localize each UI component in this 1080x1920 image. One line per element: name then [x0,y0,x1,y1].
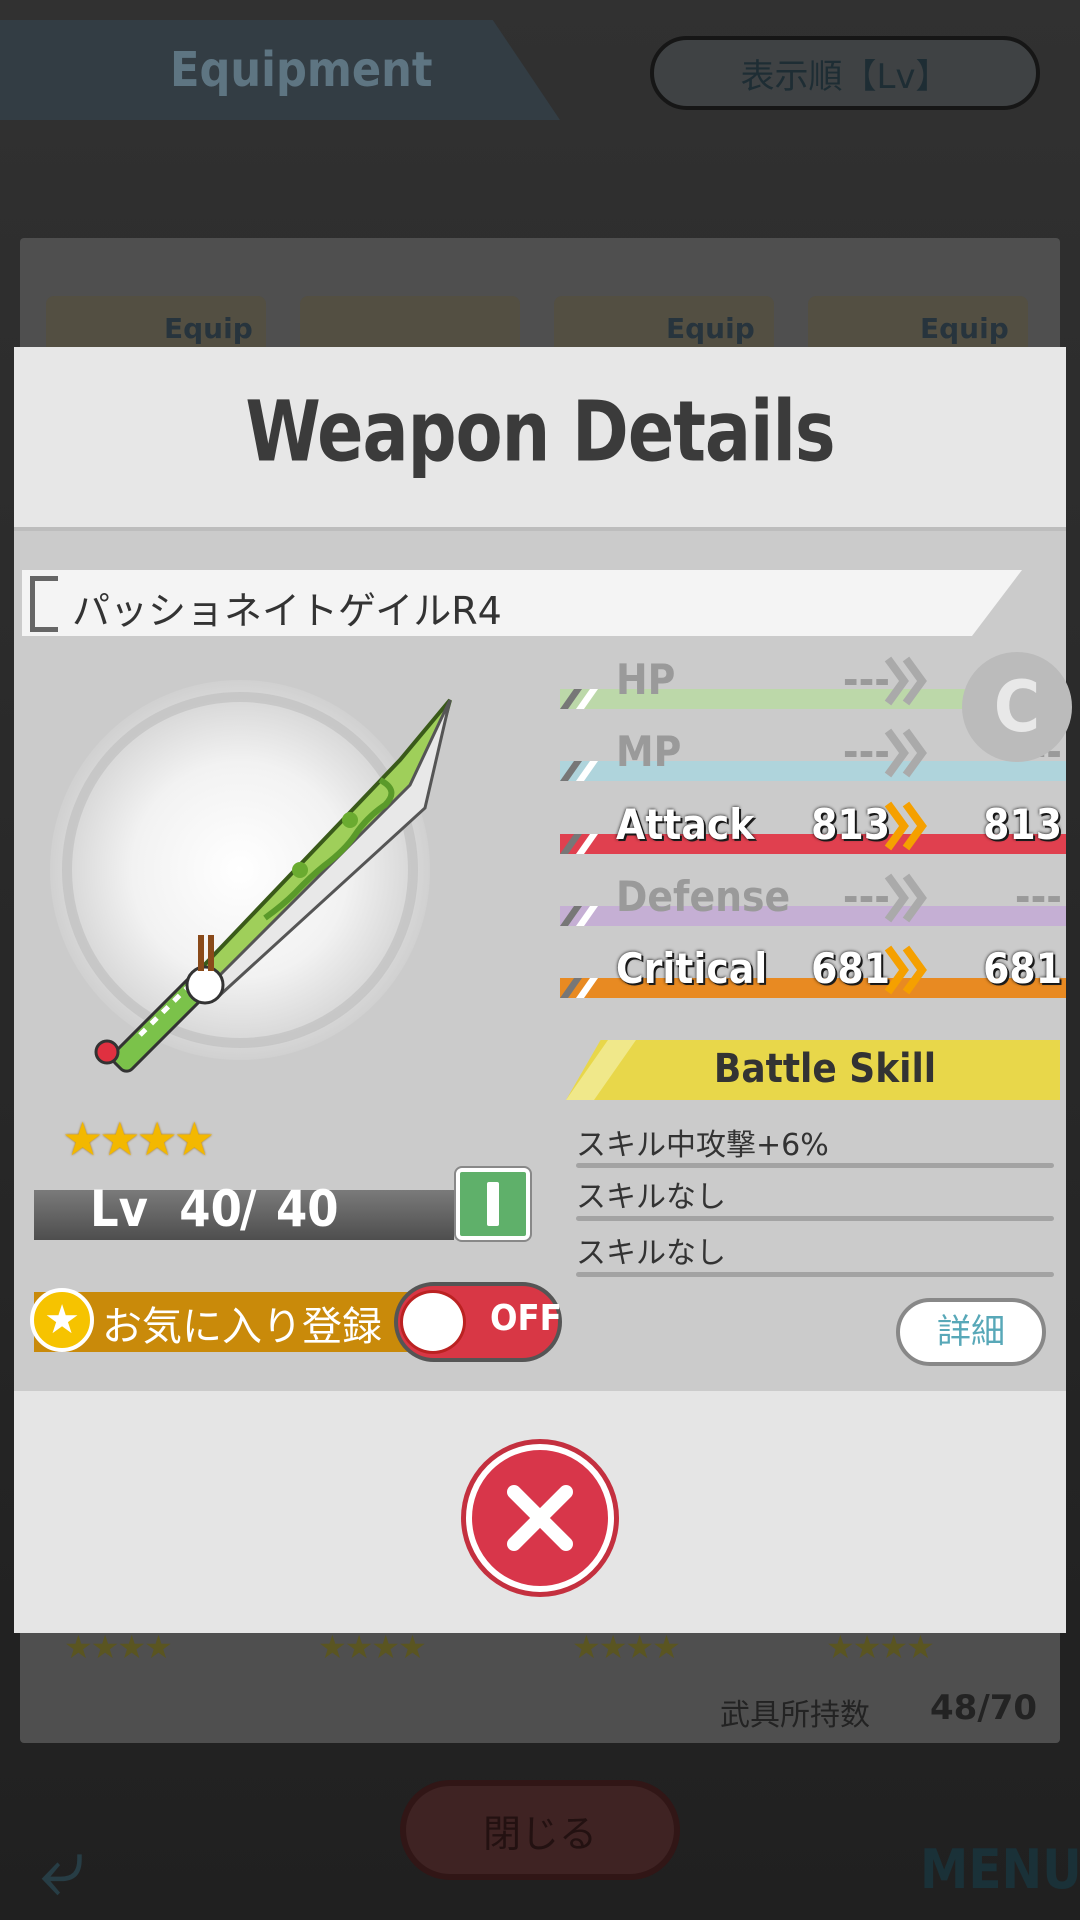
stat-compare-value: 681 [983,944,1062,993]
stat-row-attack: Attack 813 813 [560,800,1066,860]
close-icon [507,1485,573,1551]
stat-row-defense: Defense --- --- [560,872,1066,932]
favorite-star-icon: ★ [30,1288,94,1352]
stat-slash-decoration [560,978,598,998]
skill-line: スキル中攻撃+6% [576,1128,829,1163]
skill-divider [576,1272,1054,1277]
stat-value: --- [842,872,890,921]
chevron-right-icon [884,728,927,778]
battle-skill-title: Battle Skill [713,1046,937,1092]
stat-value: --- [842,655,890,704]
level-max: 40 [276,1180,339,1238]
stat-slash-decoration [560,834,598,854]
stat-value: 681 [811,944,890,993]
stat-value: 813 [811,800,890,849]
level-label: Lv [90,1180,148,1238]
chevron-right-icon [884,945,927,995]
skill-divider [576,1216,1054,1221]
name-bracket-decoration [30,576,58,632]
details-button[interactable]: 詳細 [896,1298,1046,1366]
close-button[interactable] [466,1444,614,1592]
sword-icon [94,698,452,1073]
level-current: 40 [179,1180,242,1238]
favorite-toggle-state: OFF [490,1298,562,1339]
favorite-toggle-knob[interactable] [400,1290,466,1354]
chevron-right-icon [884,873,927,923]
stat-compare-value: 813 [983,800,1062,849]
weapon-name: パッショネイトゲイルR4 [72,589,502,633]
skill-line: スキルなし [576,1180,726,1215]
stat-name: HP [616,655,676,704]
rarity-stars: ★★★★ [62,1112,215,1166]
stat-value: --- [842,727,890,776]
level-label-group: Lv 40 [90,1180,242,1238]
stat-name: Defense [616,872,791,921]
stat-slash-decoration [560,906,598,926]
stat-name: Attack [616,800,755,849]
stat-name: Critical [616,944,768,993]
chevron-right-icon [884,656,927,706]
weapon-type-icon[interactable] [456,1168,530,1240]
stat-row-critical: Critical 681 681 [560,944,1066,1004]
dialog-header: Weapon Details [14,347,1066,531]
stat-name: MP [616,727,682,776]
dialog-title: Weapon Details [245,382,835,481]
stat-slash-decoration [560,761,598,781]
stat-compare-value: --- [1014,872,1062,921]
level-separator: / [240,1180,257,1238]
skill-line: スキルなし [576,1236,726,1271]
chevron-right-icon [884,801,927,851]
stat-slash-decoration [560,689,598,709]
compare-badge[interactable]: C [962,652,1072,762]
favorite-label: お気に入り登録 [102,1304,382,1350]
skill-divider [576,1163,1054,1168]
